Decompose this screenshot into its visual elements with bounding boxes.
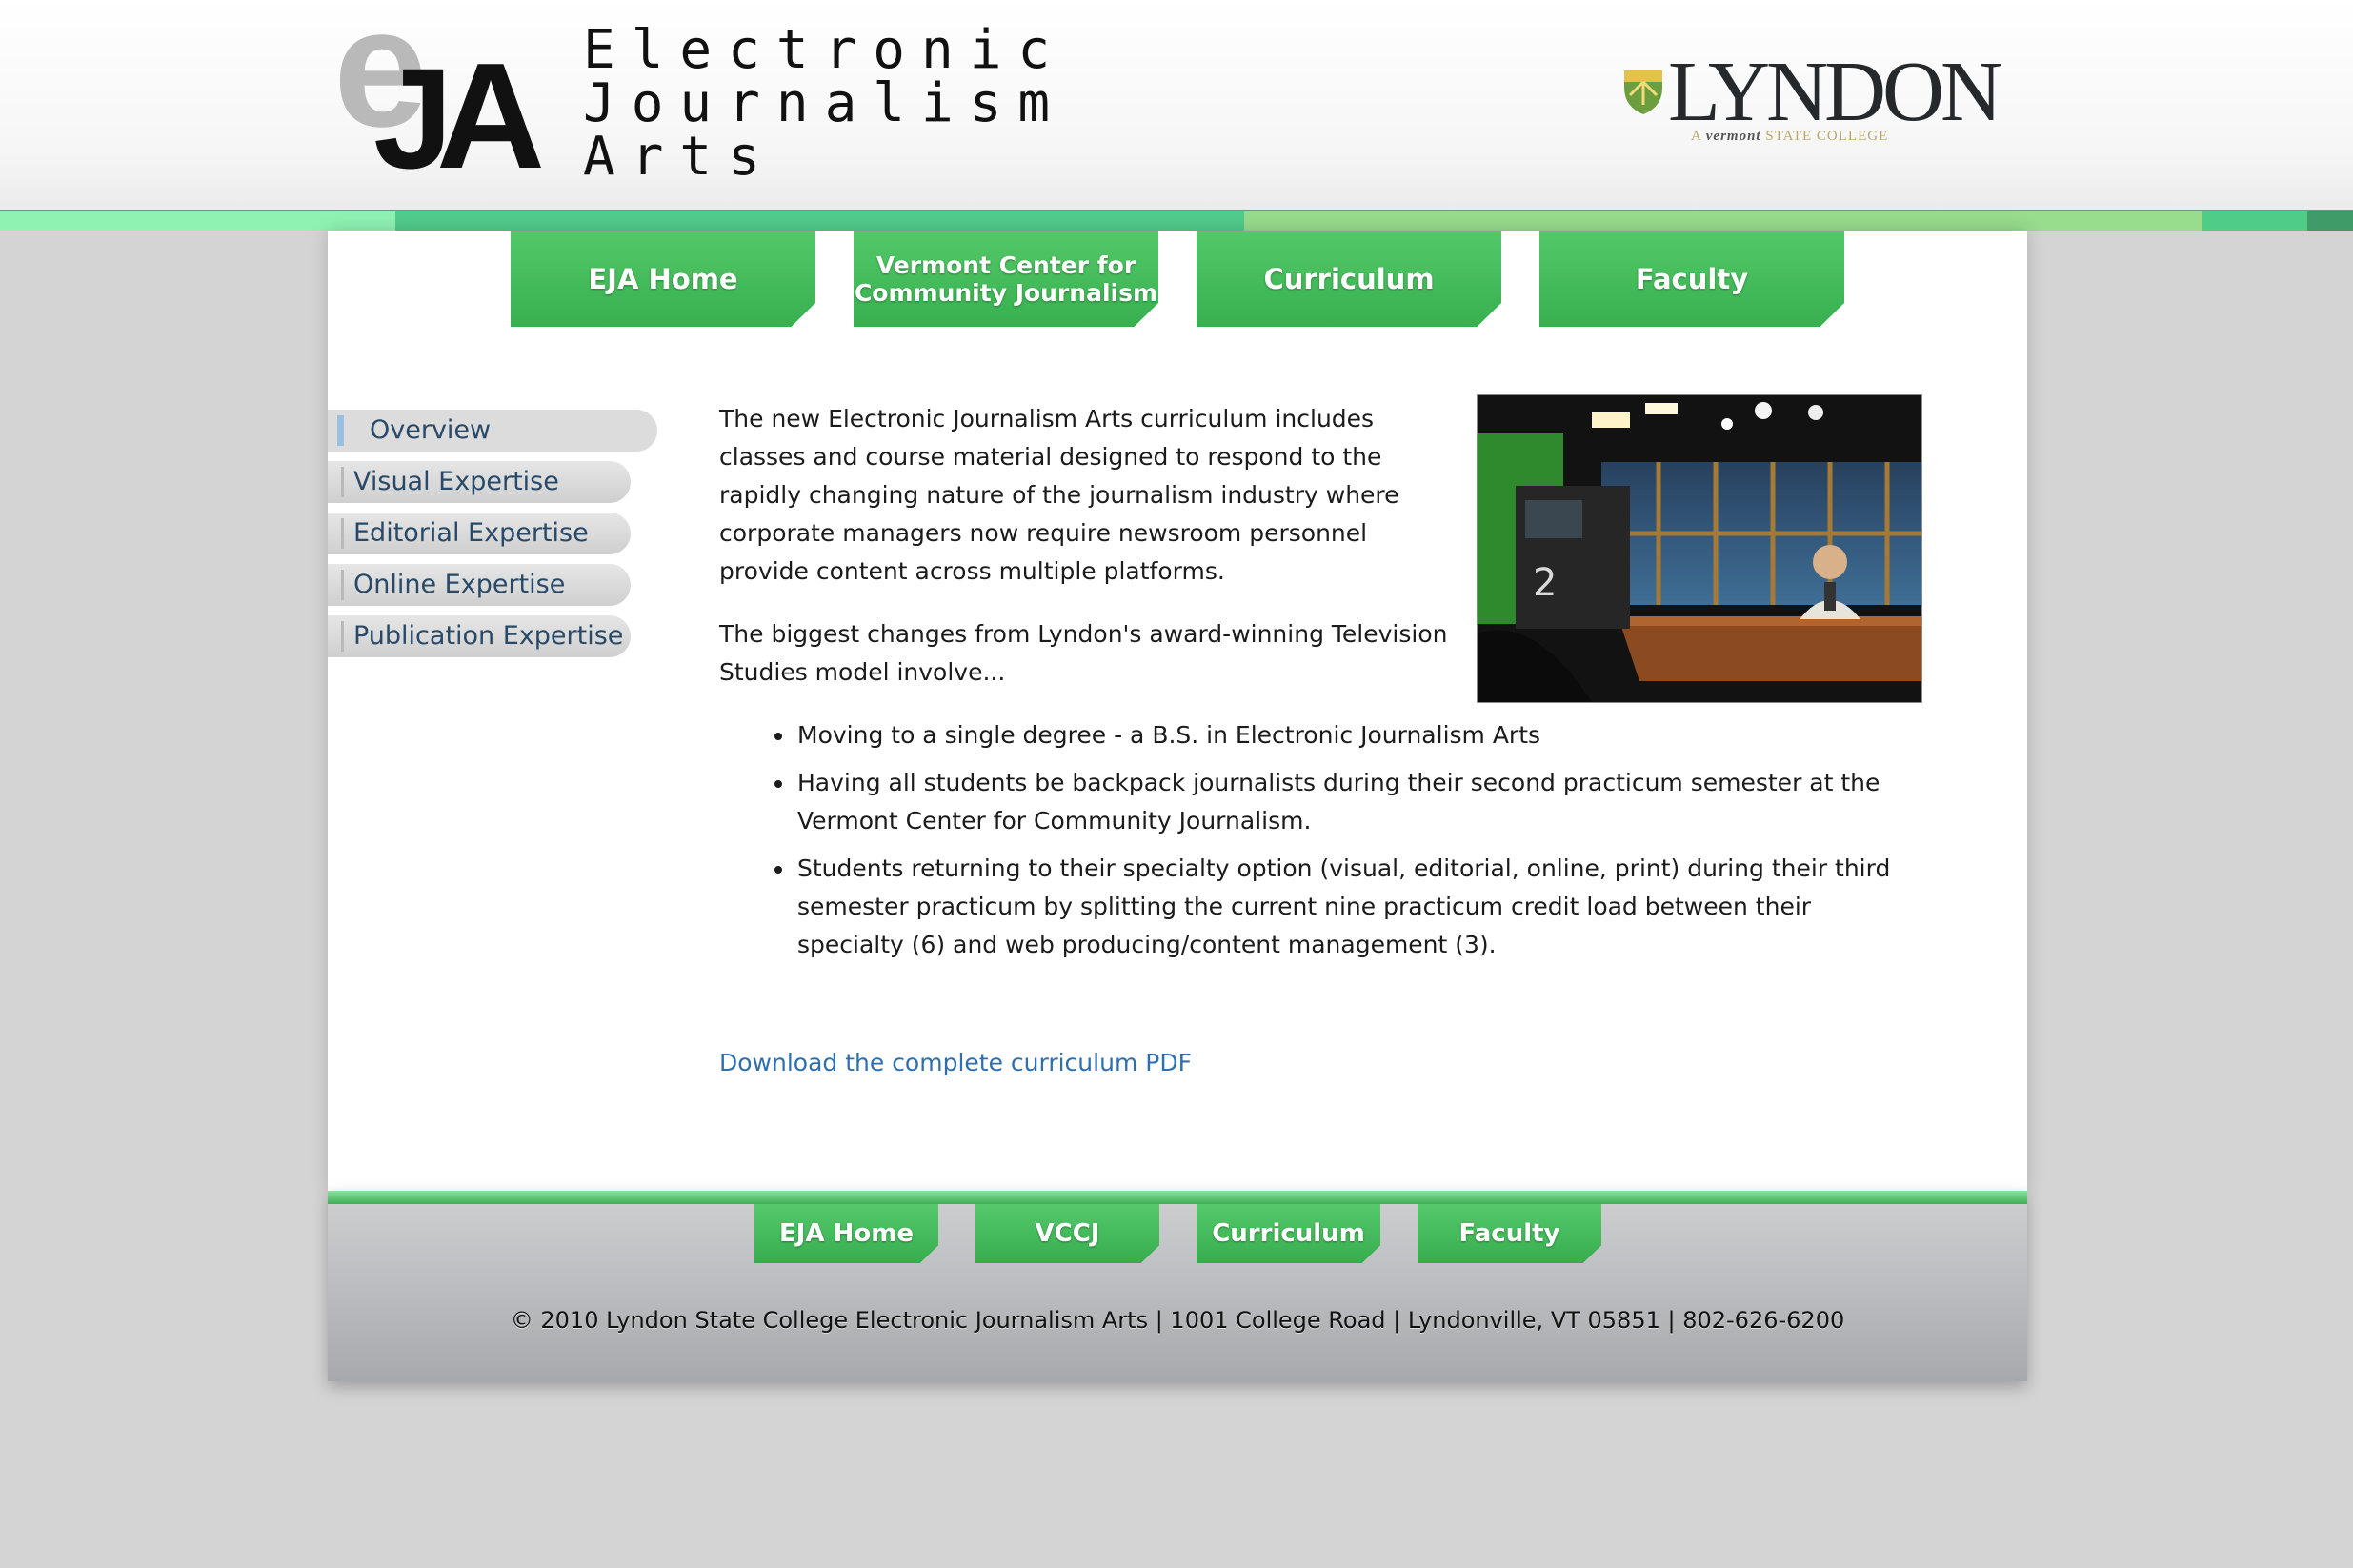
sidebar-item-label: Visual Expertise [353, 467, 559, 496]
logo-word-journalism: Journalism [583, 72, 1067, 134]
sidebar-item-editorial-expertise[interactable]: Editorial Expertise [328, 513, 631, 554]
site-footer [328, 1191, 2027, 1381]
eja-logo-mark: e J A [339, 13, 545, 177]
college-name: LYNDON [1668, 45, 2002, 139]
tagline-suffix: STATE COLLEGE [1765, 129, 1889, 144]
footer-tab-eja-home[interactable]: EJA Home [754, 1204, 938, 1263]
list-item: Having all students be backpack journali… [795, 764, 1920, 840]
nav-tab-label-line2: Community Journalism [854, 279, 1158, 307]
footer-divider [328, 1191, 2027, 1204]
list-item: Students returning to their specialty op… [795, 850, 1920, 964]
sidebar-item-online-expertise[interactable]: Online Expertise [328, 564, 631, 606]
sidebar-item-label: Publication Expertise [353, 621, 624, 651]
nav-tab-label: Faculty [1635, 263, 1749, 295]
footer-tab-faculty[interactable]: Faculty [1418, 1204, 1601, 1263]
footer-tab-curriculum[interactable]: Curriculum [1197, 1204, 1380, 1263]
nav-tab-eja-home[interactable]: EJA Home [511, 231, 815, 327]
college-tagline: A vermont STATE COLLEGE [1691, 129, 1888, 145]
svg-text:A: A [436, 32, 545, 177]
sidebar-item-label: Overview [370, 415, 492, 445]
sidebar-item-publication-expertise[interactable]: Publication Expertise [328, 615, 631, 657]
tagline-state: vermont [1705, 129, 1761, 144]
nav-tab-label: Curriculum [1263, 263, 1435, 295]
nav-tab-label: EJA Home [588, 263, 738, 295]
nav-tab-faculty[interactable]: Faculty [1539, 231, 1844, 327]
eja-logo[interactable]: e J A Electronic Journalism Arts [339, 13, 1050, 185]
nav-tab-label-line1: Vermont Center for [875, 251, 1136, 279]
logo-word-electronic: Electronic [583, 19, 1067, 81]
nav-tab-curriculum[interactable]: Curriculum [1197, 231, 1501, 327]
color-stripe [0, 211, 2353, 231]
sidebar-item-label: Online Expertise [353, 570, 566, 599]
intro-paragraph: The new Electronic Journalism Arts curri… [719, 405, 1399, 585]
sidebar-item-overview[interactable]: Overview [328, 410, 657, 452]
download-curriculum-pdf-link[interactable]: Download the complete curriculum PDF [719, 1044, 1920, 1082]
changes-paragraph: The biggest changes from Lyndon's award-… [719, 620, 1448, 686]
changes-list: Moving to a single degree - a B.S. in El… [719, 716, 1920, 964]
lyndon-shield-icon [1624, 70, 1662, 114]
main-content: The new Electronic Journalism Arts curri… [719, 400, 1920, 1082]
copyright-text: © 2010 Lyndon State College Electronic J… [510, 1307, 1845, 1334]
footer-tab-vccj[interactable]: VCCJ [975, 1204, 1159, 1263]
nav-tab-vccj[interactable]: Vermont Center for Community Journalism [854, 231, 1158, 327]
list-item: Moving to a single degree - a B.S. in El… [795, 716, 1920, 754]
tagline-prefix: A [1691, 129, 1702, 144]
lyndon-logo[interactable]: LYNDON A vermont STATE COLLEGE [1622, 50, 2022, 154]
sidebar-item-visual-expertise[interactable]: Visual Expertise [328, 461, 631, 503]
logo-word-arts: Arts [583, 126, 776, 188]
sidebar-item-label: Editorial Expertise [353, 518, 589, 548]
site-header: e J A Electronic Journalism Arts LYNDON … [0, 0, 2353, 211]
